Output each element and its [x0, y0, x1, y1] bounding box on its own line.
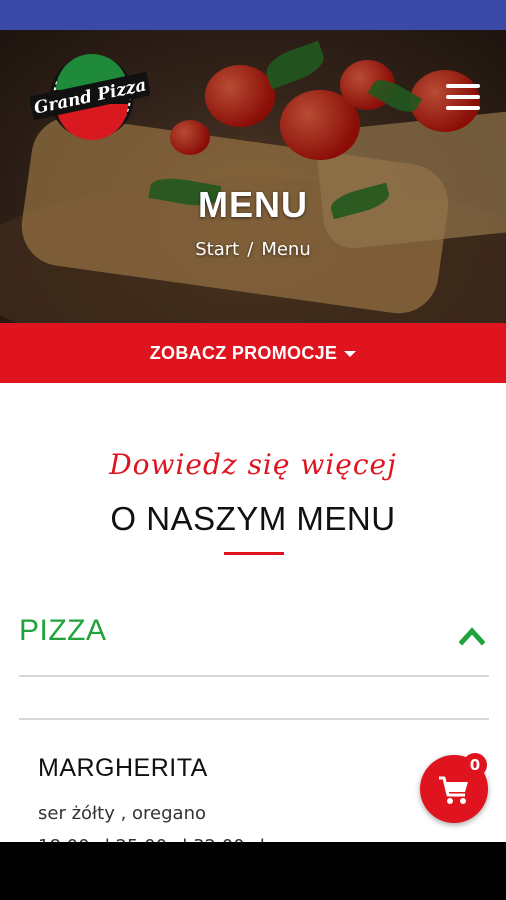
menu-item-name: MARGHERITA: [38, 754, 208, 782]
category-header-pizza[interactable]: PIZZA: [19, 605, 489, 659]
shopping-cart-icon: [439, 776, 468, 804]
category-label: PIZZA: [19, 614, 107, 647]
breadcrumb-home[interactable]: Start: [195, 239, 239, 260]
grand-pizza-logo[interactable]: Grand Pizza: [30, 52, 150, 142]
item-divider: [19, 718, 489, 720]
hamburger-icon[interactable]: [446, 84, 480, 114]
caret-down-icon: [344, 351, 357, 357]
section-title: O NASZYM MENU: [110, 500, 396, 537]
breadcrumb-current: Menu: [261, 239, 311, 260]
breadcrumb: Start / Menu: [0, 239, 506, 260]
page-title: MENU: [198, 184, 308, 225]
promotions-label: ZOBACZ PROMOCJE: [149, 342, 338, 363]
promotions-button[interactable]: ZOBACZ PROMOCJE: [0, 323, 506, 383]
menu-item-description: ser żółty , oregano: [38, 803, 206, 824]
breadcrumb-separator: /: [247, 239, 254, 260]
title-underline: [224, 552, 284, 555]
intro-script-title: Dowiedz się więcej: [109, 448, 397, 481]
system-navigation-bar: [0, 842, 506, 900]
category-divider: [19, 675, 489, 677]
chevron-up-icon[interactable]: [459, 623, 485, 649]
cart-count-badge: 0: [463, 753, 487, 777]
status-bar: [0, 0, 506, 30]
